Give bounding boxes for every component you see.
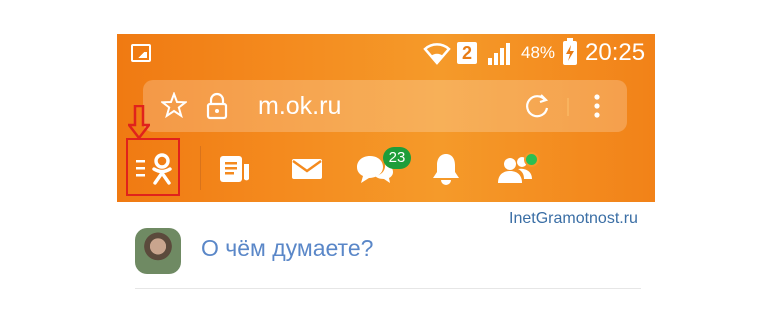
feed-button[interactable] xyxy=(217,150,253,188)
battery-percent: 48% xyxy=(521,43,556,62)
toolbar-divider xyxy=(200,146,201,190)
notifications-button[interactable] xyxy=(429,150,463,188)
sim-slot-indicator: 2 xyxy=(457,42,477,64)
messages-button[interactable] xyxy=(289,150,325,188)
content-area: InetGramotnost.ru О чём думаете? xyxy=(117,202,655,330)
clock: 20:25 xyxy=(585,39,646,66)
image-icon xyxy=(131,44,151,62)
site-toolbar xyxy=(117,138,655,200)
more-icon[interactable] xyxy=(593,92,601,120)
address-bar-divider xyxy=(567,98,569,116)
address-bar[interactable]: m.ok.ru xyxy=(143,80,627,132)
down-arrow-icon xyxy=(128,105,150,139)
wifi-icon xyxy=(423,43,451,65)
menu-highlight-box xyxy=(126,138,180,196)
reload-icon[interactable] xyxy=(523,92,551,120)
lock-icon xyxy=(206,92,228,120)
signal-icon xyxy=(488,43,510,65)
avatar[interactable] xyxy=(135,228,181,274)
star-icon[interactable] xyxy=(161,92,187,118)
online-status-dot xyxy=(524,152,539,167)
url-text[interactable]: m.ok.ru xyxy=(258,92,341,121)
battery-icon xyxy=(563,38,577,65)
phone-screen: 2 48% 20:25 m.ok.ru 23 InetGramotnost.ru… xyxy=(117,34,655,330)
bell-icon xyxy=(433,154,459,185)
status-bar: 2 48% 20:25 xyxy=(117,34,655,74)
messages-count-badge: 23 xyxy=(383,147,411,169)
post-prompt[interactable]: О чём думаете? xyxy=(201,235,373,262)
separator-line xyxy=(135,288,641,289)
watermark: InetGramotnost.ru xyxy=(509,210,638,227)
mail-icon xyxy=(292,159,322,179)
feed-icon xyxy=(220,156,249,182)
